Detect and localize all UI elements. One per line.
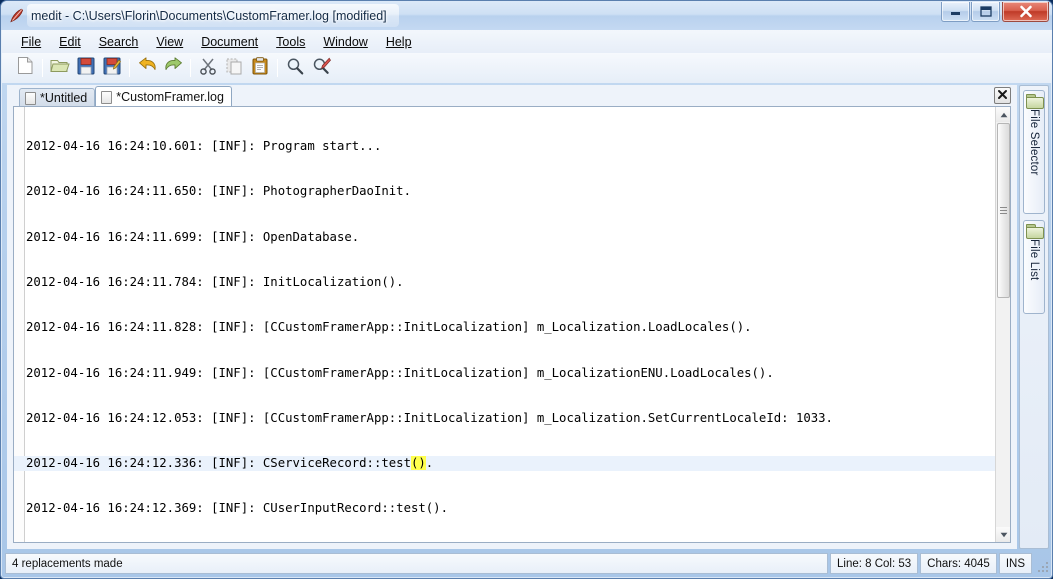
editor-line: 2012-04-16 16:24:12.053: [INF]: [CCustom… (26, 410, 833, 425)
title-bar[interactable]: medit - C:\Users\Florin\Documents\Custom… (1, 1, 1052, 30)
editor-left-margin (14, 107, 25, 542)
quill-pen-icon (8, 7, 25, 24)
document-client-area: *Untitled *CustomFramer.log 2012-04-16 1… (7, 85, 1017, 549)
copy-icon (226, 57, 243, 80)
status-bar: 4 replacements made Line: 8 Col: 53 Char… (5, 553, 1050, 574)
redo-arrow-icon (164, 57, 183, 79)
status-chars: Chars: 4045 (920, 553, 997, 574)
document-icon (25, 91, 36, 105)
menu-tools-label: Tools (276, 34, 306, 49)
maximize-button[interactable] (971, 2, 1000, 22)
save-as-disk-icon (103, 57, 121, 80)
editor-text-content[interactable]: 2012-04-16 16:24:10.601: [INF]: Program … (14, 109, 1000, 542)
new-document-icon (17, 56, 34, 80)
window-resize-grip[interactable] (1034, 553, 1050, 574)
menu-tools[interactable]: Tools (267, 33, 314, 51)
editor-line: 2012-04-16 16:24:11.784: [INF]: InitLoca… (26, 275, 404, 290)
folder-icon (1026, 224, 1044, 239)
clipboard-paste-icon (252, 56, 268, 80)
copy-button[interactable] (221, 56, 247, 80)
editor-line: 2012-04-16 16:24:11.828: [INF]: [CCustom… (26, 320, 752, 335)
document-icon (101, 90, 113, 104)
close-button[interactable] (1002, 2, 1049, 22)
search-match-highlight: () (410, 456, 426, 471)
menu-search[interactable]: Search (90, 33, 148, 51)
scroll-thumb-grip-icon (1000, 205, 1007, 216)
menu-view-label: View (156, 34, 184, 49)
open-folder-icon (50, 57, 70, 79)
undo-arrow-icon (138, 57, 157, 79)
menu-edit[interactable]: Edit (50, 33, 90, 51)
toolbar-separator-1 (42, 59, 43, 77)
status-line-col: Line: 8 Col: 53 (830, 553, 919, 574)
undo-button[interactable] (134, 56, 160, 80)
menu-file-label: File (21, 34, 42, 49)
window-controls (940, 2, 1049, 24)
menu-bar: File Edit Search View Document Tools Win… (2, 30, 1052, 53)
redo-button[interactable] (160, 56, 186, 80)
scroll-thumb[interactable] (997, 123, 1010, 298)
scissors-icon (199, 57, 217, 80)
toolbar-separator-4 (277, 59, 278, 77)
editor-line-prefix: 2012-04-16 16:24:12.336: [INF]: CService… (26, 456, 411, 471)
save-as-button[interactable] (99, 56, 125, 80)
close-x-icon (997, 87, 1008, 105)
document-tab-customframer-log-label: *CustomFramer.log (116, 90, 224, 104)
menu-help[interactable]: Help (377, 33, 421, 51)
editor-line: 2012-04-16 16:24:11.650: [INF]: Photogra… (26, 184, 411, 199)
document-tab-untitled[interactable]: *Untitled (19, 88, 96, 107)
toolbar-separator-3 (190, 59, 191, 77)
dock-tab-file-selector-label: File Selector (1028, 109, 1040, 176)
editor-line-current: 2012-04-16 16:24:12.336: [INF]: CService… (14, 456, 1000, 472)
editor-line-suffix: . (425, 456, 434, 471)
menu-file[interactable]: File (12, 33, 50, 51)
resize-grip-icon (1037, 561, 1049, 573)
document-tab-customframer-log[interactable]: *CustomFramer.log (95, 86, 232, 107)
menu-view[interactable]: View (147, 33, 192, 51)
editor-vertical-scrollbar[interactable] (995, 107, 1010, 542)
status-message: 4 replacements made (5, 553, 828, 574)
text-editor[interactable]: 2012-04-16 16:24:10.601: [INF]: Program … (13, 106, 1011, 543)
document-tab-untitled-label: *Untitled (40, 91, 88, 105)
folder-icon (1026, 94, 1044, 109)
right-dock-bar: File Selector File List (1019, 85, 1049, 549)
save-button[interactable] (73, 56, 99, 80)
title-glass-backdrop: medit - C:\Users\Florin\Documents\Custom… (27, 4, 399, 27)
application-window: medit - C:\Users\Florin\Documents\Custom… (0, 0, 1053, 579)
editor-line: 2012-04-16 16:24:12.369: [INF]: CUserInp… (26, 501, 448, 516)
window-title: medit - C:\Users\Florin\Documents\Custom… (31, 8, 387, 23)
scroll-up-arrow-icon[interactable] (996, 107, 1010, 122)
close-document-button[interactable] (994, 87, 1011, 104)
status-insert-mode: INS (998, 553, 1032, 574)
menu-help-label: Help (385, 34, 412, 49)
magnifier-pencil-icon (312, 57, 331, 80)
cut-button[interactable] (195, 56, 221, 80)
minimize-button[interactable] (941, 2, 970, 22)
dock-tab-file-list-label: File List (1028, 239, 1040, 281)
scroll-down-arrow-icon[interactable] (996, 527, 1010, 542)
document-tab-strip: *Untitled *CustomFramer.log (7, 85, 1017, 107)
menu-document-label: Document (201, 34, 259, 49)
menu-search-label: Search (98, 34, 139, 49)
toolbar-separator-2 (129, 59, 130, 77)
open-file-button[interactable] (47, 56, 73, 80)
menu-window[interactable]: Window (314, 33, 376, 51)
dock-tab-file-list[interactable]: File List (1023, 220, 1045, 314)
new-file-button[interactable] (12, 56, 38, 80)
save-disk-icon (77, 57, 95, 80)
magnifier-icon (286, 57, 304, 80)
paste-button[interactable] (247, 56, 273, 80)
menu-document[interactable]: Document (192, 33, 267, 51)
toolbar (2, 53, 1052, 83)
editor-line: 2012-04-16 16:24:11.949: [INF]: [CCustom… (26, 365, 774, 380)
find-button[interactable] (282, 56, 308, 80)
editor-line: 2012-04-16 16:24:10.601: [INF]: Program … (26, 139, 382, 154)
editor-line: 2012-04-16 16:24:11.699: [INF]: OpenData… (26, 229, 360, 244)
menu-window-label: Window (323, 34, 368, 49)
replace-button[interactable] (308, 56, 334, 80)
menu-edit-label: Edit (59, 34, 81, 49)
dock-tab-file-selector[interactable]: File Selector (1023, 90, 1045, 214)
